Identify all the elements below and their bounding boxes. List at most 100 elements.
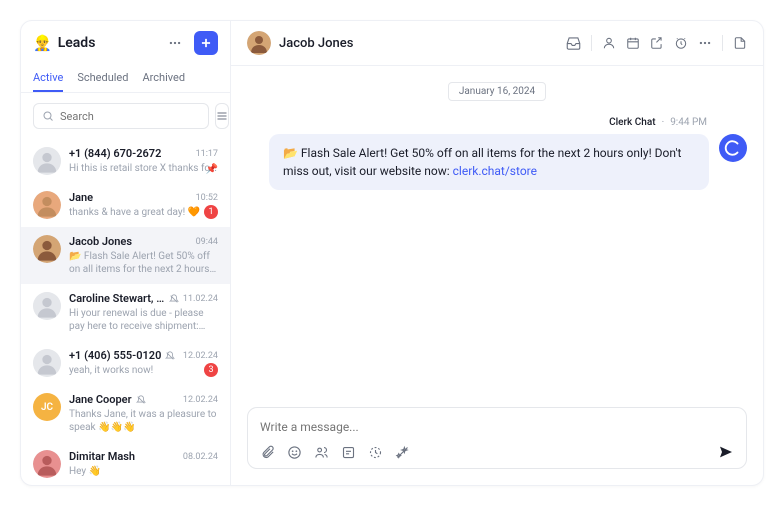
search-row	[21, 93, 230, 139]
schedule-icon	[368, 445, 383, 460]
conv-body: +1 (844) 670-2672 11:17 Hi this is retail …	[69, 147, 218, 175]
conv-avatar: JC	[33, 393, 61, 421]
message-sender: Clerk Chat	[609, 117, 655, 128]
list-menu-button[interactable]	[215, 103, 229, 129]
attach-button[interactable]	[260, 445, 275, 460]
sidebar-header: 👷‍♂️ Leads	[21, 21, 230, 65]
leads-emoji: 👷‍♂️	[33, 34, 52, 52]
conv-time: 12.02.24	[183, 395, 218, 405]
magic-icon	[395, 445, 410, 460]
composer-toolbar	[260, 444, 734, 460]
unread-badge: 1	[204, 205, 218, 219]
more-icon	[698, 36, 712, 50]
conversation-item[interactable]: Caroline Stewart, +1 (5... 11.02.24 Hi you…	[21, 284, 230, 341]
user-group-icon	[314, 445, 329, 460]
conv-time: 11:17	[196, 149, 218, 159]
chat-body: January 16, 2024 Clerk Chat · 9:44 PM 📂 …	[231, 66, 763, 399]
search-input[interactable]	[60, 110, 200, 123]
conversation-item[interactable]: Jane 10:52 thanks & have a great day! 🧡1	[21, 183, 230, 227]
conv-preview: Thanks Jane, it was a pleasure to speak …	[69, 408, 218, 434]
chat-panel: Jacob Jones January 16, 2024 Clerk Chat …	[231, 21, 763, 485]
message-bubble: 📂 Flash Sale Alert! Get 50% off on all i…	[269, 134, 709, 190]
tab-scheduled[interactable]: Scheduled	[77, 65, 128, 92]
emoji-button[interactable]	[287, 445, 302, 460]
conv-time: 12.02.24	[183, 351, 218, 361]
conv-name: Jane	[69, 191, 93, 204]
conv-time: 09:44	[196, 237, 218, 247]
chat-title: Jacob Jones	[279, 36, 558, 51]
mention-button[interactable]	[314, 445, 329, 460]
plus-icon	[199, 36, 213, 50]
conv-name: Dimitar Mash	[69, 450, 135, 463]
conv-avatar	[33, 147, 61, 175]
user-button[interactable]	[602, 36, 616, 50]
header-more-button[interactable]	[698, 36, 712, 50]
message-time: 9:44 PM	[670, 117, 707, 128]
message-composer	[247, 407, 747, 469]
conv-time: 11.02.24	[183, 294, 218, 304]
conv-time: 08.02.24	[183, 452, 218, 462]
chat-avatar	[247, 31, 271, 55]
conv-avatar	[33, 191, 61, 219]
inbox-button[interactable]	[566, 36, 581, 51]
sender-avatar	[719, 134, 747, 162]
tab-archived[interactable]: Archived	[142, 65, 185, 92]
send-button[interactable]	[718, 444, 734, 460]
search-box[interactable]	[33, 103, 209, 129]
clock-button[interactable]	[674, 36, 688, 50]
sidebar-more-button[interactable]	[164, 32, 186, 54]
schedule-button[interactable]	[368, 445, 383, 460]
template-button[interactable]	[341, 445, 356, 460]
tab-active[interactable]: Active	[33, 65, 63, 92]
template-icon	[341, 445, 356, 460]
export-icon	[650, 36, 664, 50]
conv-body: Jane Cooper 12.02.24 Thanks Jane, it was a…	[69, 393, 218, 434]
add-button[interactable]	[194, 31, 218, 55]
pin-icon: 📌	[206, 164, 218, 175]
menu-icon	[216, 110, 228, 122]
conv-body: +1 (406) 555-0120 12.02.24 yeah, it works …	[69, 349, 218, 377]
conv-name: +1 (844) 670-2672	[69, 147, 161, 160]
ai-button[interactable]	[395, 445, 410, 460]
sidebar-title-text: Leads	[58, 35, 96, 51]
conv-body: Dimitar Mash 08.02.24 Hey 👋	[69, 450, 218, 478]
conv-preview: Hi this is retail store X thanks for con…	[69, 162, 218, 175]
user-icon	[602, 36, 616, 50]
conv-body: Jane 10:52 thanks & have a great day! 🧡	[69, 191, 218, 219]
app-root: 👷‍♂️ Leads Active Scheduled Archived	[20, 20, 764, 486]
avatar-image	[247, 31, 271, 55]
document-button[interactable]	[733, 36, 747, 50]
calendar-button[interactable]	[626, 36, 640, 50]
conv-preview: Hi your renewal is due - please pay here…	[69, 307, 218, 333]
conv-preview: Hey 👋	[69, 465, 218, 478]
conv-preview: yeah, it works now!	[69, 364, 218, 377]
send-icon	[718, 444, 734, 460]
message-row: 📂 Flash Sale Alert! Get 50% off on all i…	[247, 134, 747, 190]
conv-time: 10:52	[196, 193, 218, 203]
conv-name: +1 (406) 555-0120	[69, 349, 161, 362]
search-icon	[42, 110, 54, 122]
composer-input[interactable]	[260, 416, 734, 438]
conv-preview: 📂 Flash Sale Alert! Get 50% off on all i…	[69, 250, 218, 276]
conversation-item[interactable]: +1 (844) 670-2672 11:17 Hi this is retail …	[21, 139, 230, 183]
conversation-item[interactable]: +1 (406) 555-0120 12.02.24 yeah, it works …	[21, 341, 230, 385]
date-separator: January 16, 2024	[247, 82, 747, 101]
conv-name: Jane Cooper	[69, 393, 132, 406]
clerk-logo-icon	[724, 139, 742, 157]
conversation-item[interactable]: JC Jane Cooper 12.02.24 Thanks Jane, it was…	[21, 385, 230, 442]
message-meta: Clerk Chat · 9:44 PM	[247, 117, 747, 128]
message-link[interactable]: clerk.chat/store	[453, 164, 537, 178]
conv-name: Caroline Stewart, +1 (5...	[69, 292, 165, 305]
conv-avatar	[33, 349, 61, 377]
header-actions	[566, 35, 747, 51]
separator	[722, 35, 723, 51]
conv-name: Jacob Jones	[69, 235, 132, 248]
conv-preview: thanks & have a great day! 🧡	[69, 206, 218, 219]
export-button[interactable]	[650, 36, 664, 50]
sidebar: 👷‍♂️ Leads Active Scheduled Archived	[21, 21, 231, 485]
conversation-item[interactable]: Dimitar Mash 08.02.24 Hey 👋	[21, 442, 230, 485]
document-icon	[733, 36, 747, 50]
conv-avatar	[33, 235, 61, 263]
conversation-item[interactable]: Jacob Jones 09:44 📂 Flash Sale Alert! Get …	[21, 227, 230, 284]
smile-icon	[287, 445, 302, 460]
